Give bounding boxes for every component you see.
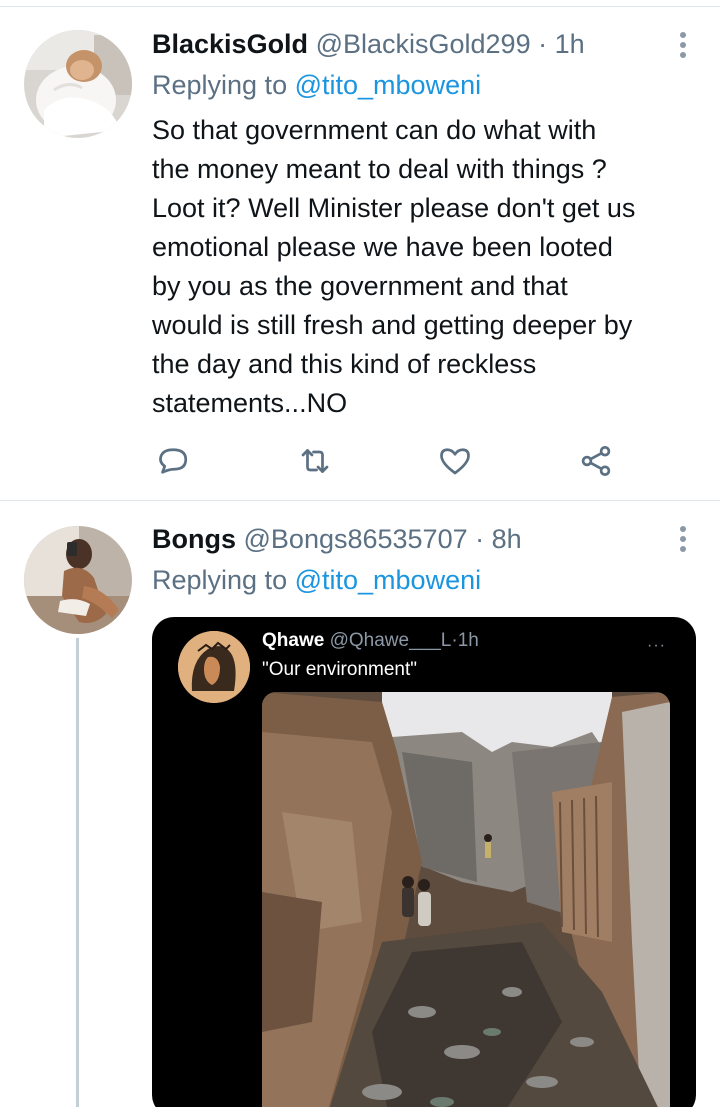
mention-link[interactable]: @tito_mboweni [295, 70, 482, 100]
avatar[interactable] [24, 526, 132, 634]
tweet-divider [0, 500, 720, 501]
embedded-more-icon: ··· [647, 637, 666, 654]
tweet-header: Bongs @Bongs86535707 · 8h [152, 522, 522, 556]
tweet-text-line: the money meant to deal with things ? [152, 154, 607, 184]
tweet[interactable]: BlackisGold @BlackisGold299 · 1h Replyin… [0, 0, 720, 501]
replying-to: Replying to @tito_mboweni [152, 68, 481, 102]
timestamp[interactable]: 8h [492, 524, 522, 554]
tweet-text: So that government can do what with the … [152, 111, 697, 423]
timestamp[interactable]: 1h [555, 29, 585, 59]
tweet-text-line: Loot it? Well Minister please don't get … [152, 193, 636, 223]
replying-prefix: Replying to [152, 70, 288, 100]
tweet-text-line: statements...NO [152, 388, 348, 418]
username[interactable]: @BlackisGold299 [316, 29, 531, 59]
display-name[interactable]: Bongs [152, 524, 236, 554]
reply-icon[interactable] [155, 443, 191, 479]
mention-link[interactable]: @tito_mboweni [295, 565, 482, 595]
replying-prefix: Replying to [152, 565, 288, 595]
share-icon[interactable] [578, 443, 614, 479]
attached-image[interactable]: Qhawe @Qhawe___L·1h ··· "Our environment… [152, 617, 696, 1107]
username[interactable]: @Bongs86535707 [244, 524, 468, 554]
more-options-icon[interactable] [680, 32, 686, 62]
tweet[interactable]: Bongs @Bongs86535707 · 8h Replying to @t… [0, 502, 720, 1107]
embedded-username: @Qhawe___L [329, 630, 452, 651]
replying-to: Replying to @tito_mboweni [152, 563, 481, 597]
tweet-header: BlackisGold @BlackisGold299 · 1h [152, 27, 585, 61]
tweet-text-line: emotional please we have been looted [152, 232, 613, 262]
embedded-avatar [178, 631, 250, 703]
tweet-actions [0, 443, 720, 483]
more-options-icon[interactable] [680, 526, 686, 556]
embedded-timestamp: 1h [457, 630, 479, 651]
display-name[interactable]: BlackisGold [152, 29, 308, 59]
thread-line [76, 638, 79, 1107]
like-icon[interactable] [437, 443, 473, 479]
avatar[interactable] [24, 30, 132, 138]
embedded-tweet-text: "Our environment" [262, 659, 417, 680]
tweet-text-line: So that government can do what with [152, 115, 597, 145]
embedded-display-name: Qhawe [262, 630, 325, 651]
tweet-text-line: would is still fresh and getting deeper … [152, 310, 633, 340]
separator-dot: · [475, 524, 485, 554]
tweet-text-line: the day and this kind of reckless [152, 349, 537, 379]
retweet-icon[interactable] [297, 443, 333, 479]
tweet-text-line: by you as the government and that [152, 271, 568, 301]
embedded-header: Qhawe @Qhawe___L·1h [262, 629, 479, 653]
slum-alley-photo [262, 692, 670, 1107]
separator-dot: · [538, 29, 548, 59]
